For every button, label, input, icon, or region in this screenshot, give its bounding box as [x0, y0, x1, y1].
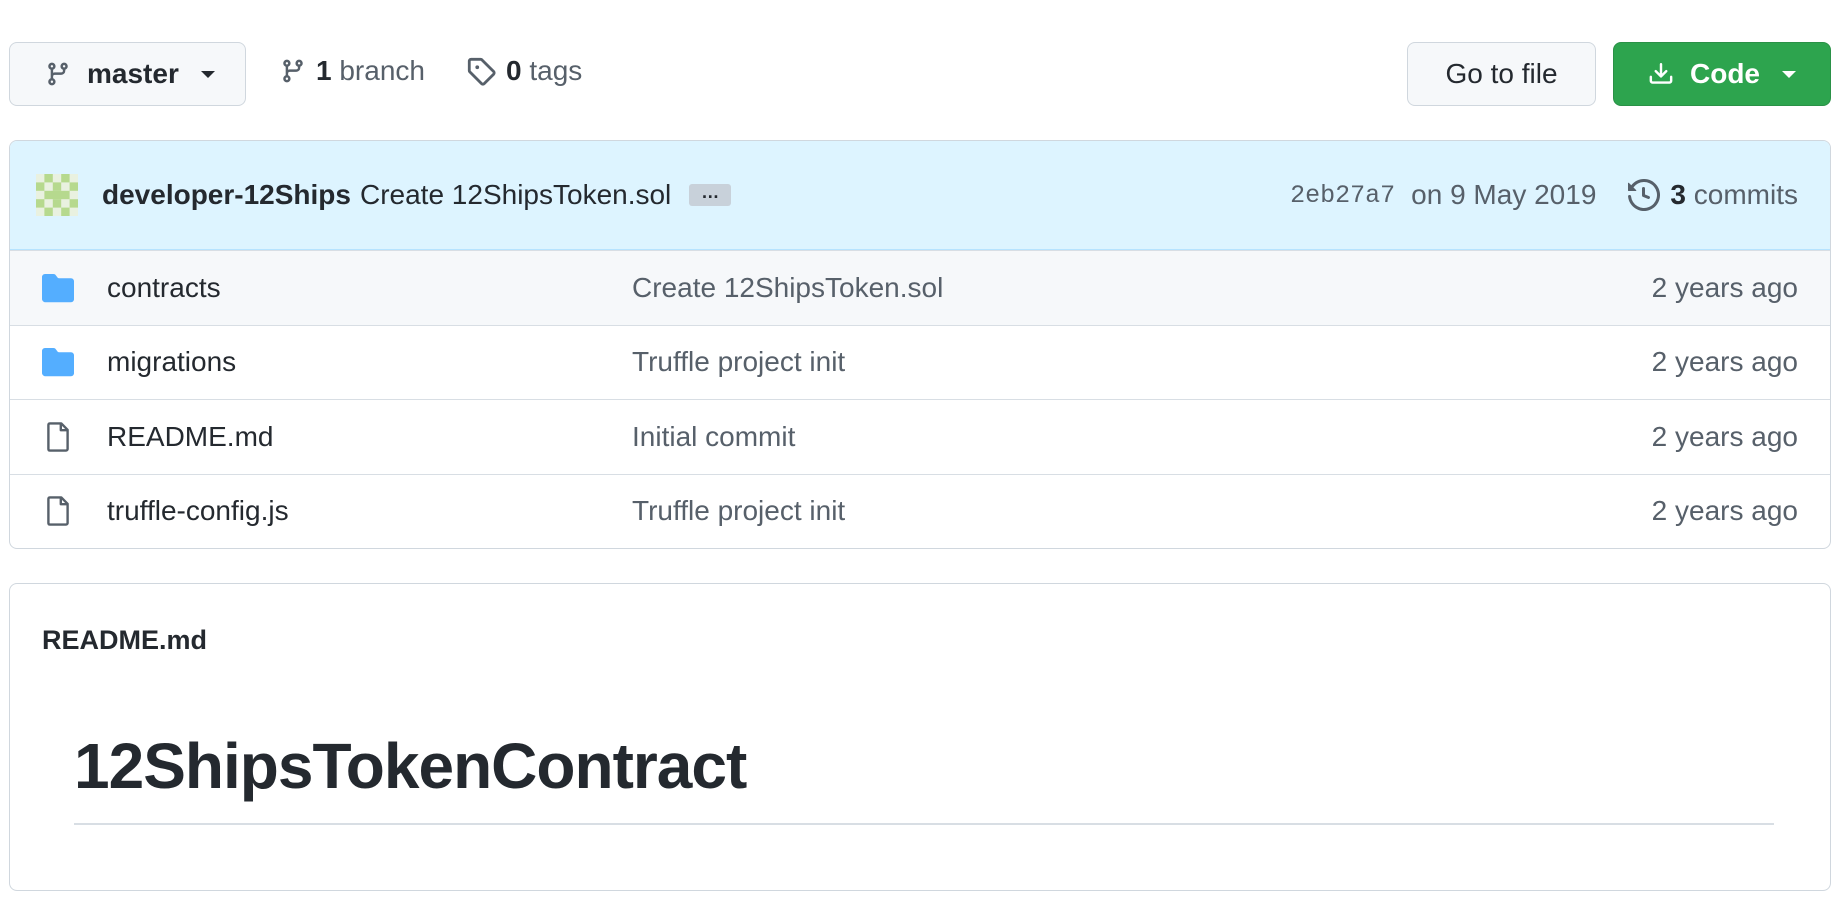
- go-to-file-button[interactable]: Go to file: [1407, 42, 1596, 106]
- commit-count: 3: [1670, 179, 1686, 210]
- readme-heading: 12ShipsTokenContract: [74, 730, 747, 802]
- tags-link[interactable]: 0 tags: [466, 55, 582, 87]
- file-row-migrations[interactable]: migrations Truffle project init 2 years …: [10, 324, 1830, 400]
- code-label: Code: [1690, 58, 1760, 89]
- readme-filename[interactable]: README.md: [42, 625, 207, 656]
- commit-date: on 9 May 2019: [1411, 179, 1597, 210]
- git-branch-icon: [283, 59, 303, 83]
- file-icon: [47, 421, 69, 452]
- chevron-down-icon: [1782, 70, 1796, 78]
- file-commit-link[interactable]: Truffle project init: [632, 346, 845, 378]
- branches-link[interactable]: 1 branch: [280, 55, 425, 87]
- file-name-link[interactable]: migrations: [107, 346, 236, 378]
- file-age: 2 years ago: [1651, 271, 1798, 303]
- commit-sha-link[interactable]: 2eb27a7: [1290, 181, 1395, 210]
- branch-label: master: [87, 58, 179, 89]
- file-commit-link[interactable]: Truffle project init: [632, 495, 845, 527]
- file-name-link[interactable]: truffle-config.js: [107, 495, 289, 527]
- file-row-readme[interactable]: README.md Initial commit 2 years ago: [10, 399, 1830, 474]
- file-commit-link[interactable]: Initial commit: [632, 421, 795, 453]
- file-age: 2 years ago: [1651, 346, 1798, 378]
- tag-icon: [467, 57, 496, 86]
- expand-commit-button[interactable]: …: [689, 183, 732, 206]
- folder-icon: [42, 273, 74, 302]
- code-button[interactable]: Code: [1613, 42, 1831, 106]
- file-name-link[interactable]: README.md: [107, 421, 273, 453]
- commit-message-link[interactable]: Create 12ShipsToken.sol: [360, 179, 671, 211]
- folder-icon: [42, 348, 74, 377]
- file-row-contracts[interactable]: contracts Create 12ShipsToken.sol 2 year…: [10, 250, 1830, 325]
- avatar[interactable]: [36, 174, 78, 216]
- file-commit-link[interactable]: Create 12ShipsToken.sol: [632, 272, 943, 304]
- latest-commit-bar: developer-12Ships Create 12ShipsToken.so…: [10, 141, 1830, 250]
- go-to-file-label: Go to file: [1445, 58, 1558, 89]
- readme-panel: README.md 12ShipsTokenContract: [9, 583, 1831, 891]
- commit-word: commits: [1693, 179, 1798, 210]
- branch-word: branch: [339, 55, 425, 86]
- file-row-truffle-config[interactable]: truffle-config.js Truffle project init 2…: [10, 473, 1830, 549]
- history-icon: [1628, 179, 1661, 211]
- tag-count: 0: [506, 55, 522, 86]
- repo-toolbar: master 1 branch 0 tags Go to file Code: [0, 0, 1838, 130]
- commits-history-link[interactable]: 3 commits: [1628, 179, 1798, 211]
- heading-divider: [74, 823, 1774, 825]
- git-branch-icon: [48, 62, 68, 86]
- download-icon: [1649, 63, 1673, 84]
- file-age: 2 years ago: [1651, 495, 1798, 527]
- file-listing: developer-12Ships Create 12ShipsToken.so…: [9, 140, 1831, 549]
- file-icon: [47, 496, 69, 527]
- branch-select-button[interactable]: master: [9, 42, 246, 106]
- file-age: 2 years ago: [1651, 420, 1798, 452]
- commit-author-link[interactable]: developer-12Ships: [102, 179, 351, 211]
- tag-word: tags: [529, 55, 583, 86]
- file-name-link[interactable]: contracts: [107, 272, 221, 304]
- chevron-down-icon: [200, 70, 215, 78]
- branch-count: 1: [316, 55, 332, 86]
